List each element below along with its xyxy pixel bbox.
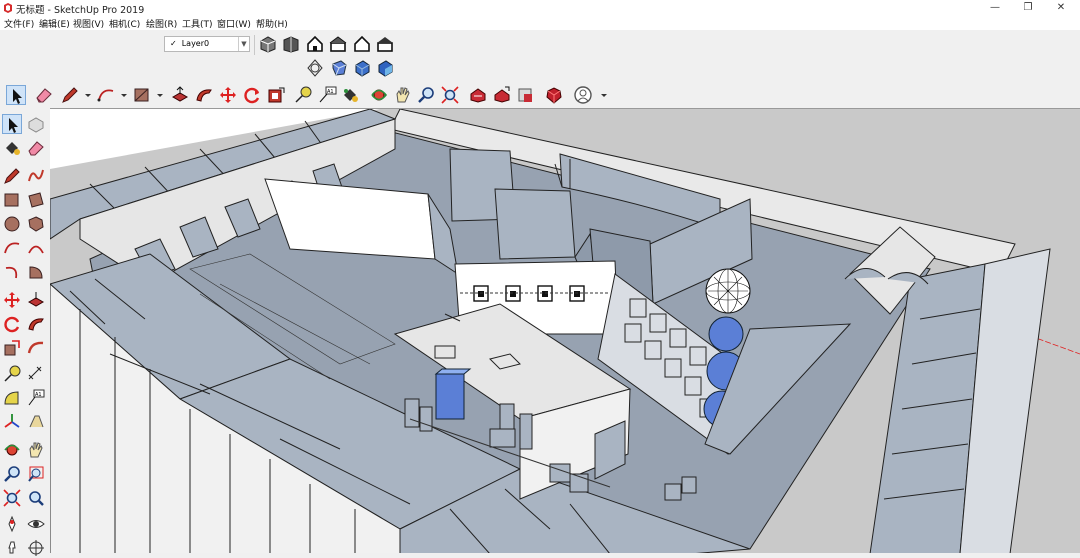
chevron-down-icon[interactable] [114,85,127,105]
zoom-icon[interactable] [2,464,22,484]
maximize-button[interactable]: ❐ [1013,0,1043,16]
menu-camera[interactable]: 相机(C) [109,17,140,30]
svg-text:A1: A1 [35,392,42,398]
back-view-icon[interactable] [352,34,372,54]
offset-icon[interactable] [26,338,46,358]
warehouse-icon[interactable] [468,85,488,105]
axes-icon[interactable] [2,412,22,432]
follow-me-icon[interactable] [194,85,214,105]
text-label-icon[interactable]: A1 [317,85,337,105]
rotate-icon[interactable] [2,314,22,334]
menu-file[interactable]: 文件(F) [4,17,34,30]
rectangle-icon[interactable] [2,190,22,210]
shaded-icon[interactable] [375,58,395,78]
layer-dropdown[interactable]: ✓ Layer0 ▼ [164,36,250,52]
push-pull-icon[interactable] [26,290,46,310]
arc-icon[interactable] [2,238,22,258]
pencil-line-icon[interactable] [2,166,22,186]
previous-view-icon[interactable] [26,488,46,508]
look-around-icon[interactable] [26,514,46,534]
follow-me-icon[interactable] [26,314,46,334]
svg-text:A1: A1 [327,89,334,95]
paint-bucket-icon[interactable] [2,138,22,158]
layer-current-check: ✓ [170,39,177,48]
rotate-icon[interactable] [242,85,262,105]
freehand-icon[interactable] [26,166,46,186]
wireframe-icon[interactable] [329,58,349,78]
tape-measure-icon[interactable] [293,85,313,105]
layers-views-toolbar: ✓ Layer0 ▼ [162,33,400,81]
share-model-icon[interactable] [492,85,512,105]
select-arrow-icon[interactable] [6,85,26,105]
main-toolbar: A1 [0,83,1080,107]
xray-icon[interactable] [305,58,325,78]
section-plane-icon[interactable] [26,538,46,558]
pencil-line-icon[interactable] [60,85,80,105]
chevron-down-icon[interactable]: ▼ [238,37,249,51]
select-arrow-icon[interactable] [2,114,22,134]
3d-text-icon[interactable] [26,412,46,432]
ruby-icon[interactable] [544,85,564,105]
orbit-icon[interactable] [369,85,389,105]
chevron-down-icon[interactable] [594,85,607,105]
zoom-window-icon[interactable] [26,464,46,484]
polygon-icon[interactable] [26,214,46,234]
iso-view-icon[interactable] [258,34,278,54]
scale-icon[interactable] [2,338,22,358]
position-camera-icon[interactable] [2,514,22,534]
zoom-extents-icon[interactable] [440,85,460,105]
eraser-icon[interactable] [26,138,46,158]
extension-warehouse-icon[interactable] [516,85,536,105]
menu-view[interactable]: 视图(V) [73,17,104,30]
window-title: 无标题 - SketchUp Pro 2019 [16,5,145,16]
menu-bar: 文件(F) 编辑(E) 视图(V) 相机(C) 绘图(R) 工具(T) 窗口(W… [0,16,1080,30]
zoom-extents-icon[interactable] [2,488,22,508]
move-icon[interactable] [218,85,238,105]
menu-tools[interactable]: 工具(T) [182,17,213,30]
tape-measure-icon[interactable] [2,364,22,384]
chevron-down-icon[interactable] [150,85,163,105]
rotated-rectangle-icon[interactable] [26,190,46,210]
menu-help[interactable]: 帮助(H) [256,17,288,30]
pan-icon[interactable] [393,85,413,105]
front-view-icon[interactable] [305,34,325,54]
protractor-icon[interactable] [2,388,22,408]
hidden-line-icon[interactable] [352,58,372,78]
paint-bucket-icon[interactable] [340,85,360,105]
sketchup-logo-icon [4,3,12,13]
top-view-icon[interactable] [281,34,301,54]
orbit-icon[interactable] [2,440,22,460]
layer-dropdown-value: Layer0 [181,39,210,48]
model-viewport[interactable] [50,108,1080,553]
left-view-icon[interactable] [375,34,395,54]
eraser-icon[interactable] [34,85,54,105]
two-point-arc-icon[interactable] [26,238,46,258]
pie-icon[interactable] [26,262,46,282]
toolbar-separator [254,35,255,55]
minimize-button[interactable]: — [980,0,1010,16]
three-point-arc-icon[interactable] [2,262,22,282]
chevron-down-icon[interactable] [78,85,91,105]
text-label-icon[interactable]: A1 [26,388,46,408]
push-pull-icon[interactable] [170,85,190,105]
arc-icon[interactable] [96,85,116,105]
close-button[interactable]: ✕ [1046,0,1076,16]
left-tool-palette: A1 [0,112,50,556]
right-view-icon[interactable] [328,34,348,54]
offset-icon[interactable] [266,85,286,105]
menu-draw[interactable]: 绘图(R) [146,17,177,30]
user-account-icon[interactable] [573,85,593,105]
walk-icon[interactable] [2,538,22,558]
zoom-icon[interactable] [416,85,436,105]
menu-window[interactable]: 窗口(W) [217,17,251,30]
move-icon[interactable] [2,290,22,310]
make-component-icon[interactable] [26,114,46,134]
circle-icon[interactable] [2,214,22,234]
model-canvas[interactable] [50,109,1080,553]
dimension-icon[interactable] [26,364,46,384]
rectangle-icon[interactable] [132,85,152,105]
title-bar: 无标题 - SketchUp Pro 2019 — ❐ ✕ [0,0,1080,16]
menu-edit[interactable]: 编辑(E) [39,17,70,30]
pan-icon[interactable] [26,440,46,460]
